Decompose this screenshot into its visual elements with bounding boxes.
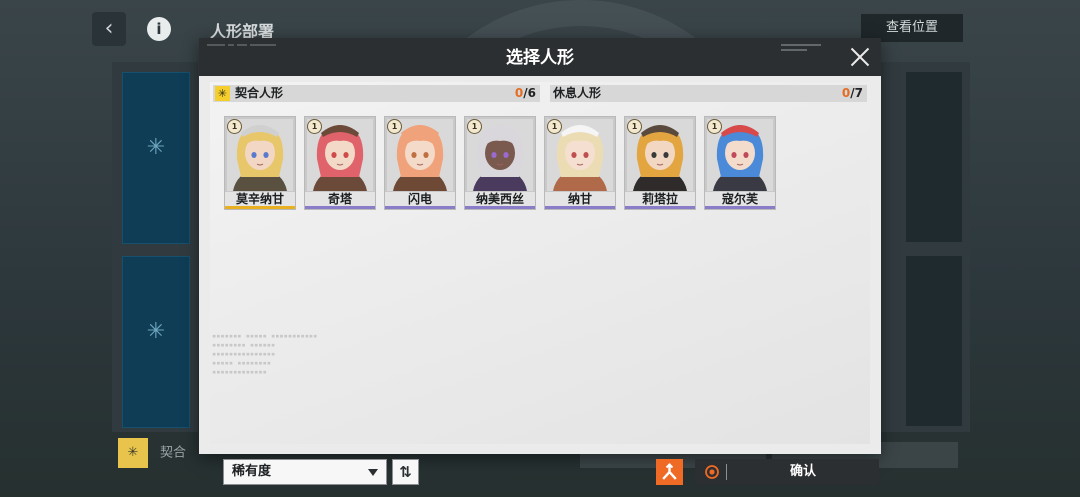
- caret-down-icon: [368, 469, 378, 476]
- rarity-badge: 1: [227, 119, 242, 134]
- rarity-badge: 1: [387, 119, 402, 134]
- doll-card[interactable]: 1 奇塔: [304, 116, 376, 210]
- matched-section-header: ✳ 契合人形 0/6: [213, 85, 540, 102]
- confirm-button[interactable]: 确认: [695, 459, 879, 485]
- doll-name: 纳美西丝: [465, 192, 535, 207]
- background-bottom-info: ✳ 契合: [118, 438, 186, 468]
- deploy-slot[interactable]: ✳: [122, 256, 190, 428]
- sort-dropdown[interactable]: 稀有度: [223, 459, 387, 485]
- doll-card[interactable]: 1 纳甘: [544, 116, 616, 210]
- doll-rarity-bar: [465, 206, 535, 209]
- doll-rarity-bar: [385, 206, 455, 209]
- deploy-slot[interactable]: ✳: [122, 72, 190, 244]
- rarity-badge: 1: [627, 119, 642, 134]
- dialog-content: ✳ 契合人形 0/6 休息人形 0/7 1 莫辛纳甘 1 奇塔 1 闪电 1 纳美西丝 1 纳甘 1…: [210, 82, 879, 485]
- target-icon: [705, 465, 719, 479]
- doll-card[interactable]: 1 寇尔芙: [704, 116, 776, 210]
- doll-name: 莫辛纳甘: [225, 192, 295, 207]
- rarity-badge: 1: [547, 119, 562, 134]
- resting-section-header: 休息人形 0/7: [550, 85, 867, 102]
- doll-name: 莉塔拉: [625, 192, 695, 207]
- resting-section-label: 休息人形: [553, 86, 602, 100]
- doll-name: 纳甘: [545, 192, 615, 207]
- doll-card[interactable]: 1 闪电: [384, 116, 456, 210]
- matched-count: 0/6: [514, 86, 536, 100]
- sort-dropdown-label: 稀有度: [232, 464, 272, 479]
- doll-name: 奇塔: [305, 192, 375, 207]
- rarity-badge: 1: [467, 119, 482, 134]
- select-doll-dialog: 选择人形 ✳ 契合人形 0/6 休息人形 0/7 1 莫辛纳甘 1 奇塔 1 闪电 1 纳美西…: [199, 38, 881, 485]
- dialog-title: 选择人形: [506, 48, 574, 68]
- doll-rarity-bar: [625, 206, 695, 209]
- doll-name: 寇尔芙: [705, 192, 775, 207]
- star-icon: ✳: [215, 86, 230, 101]
- auto-select-button[interactable]: [656, 459, 683, 485]
- locked-slot: [906, 72, 962, 242]
- confirm-label: 确认: [789, 464, 816, 479]
- doll-rarity-bar: [705, 206, 775, 209]
- doll-card[interactable]: 1 纳美西丝: [464, 116, 536, 210]
- auto-select-icon: [662, 463, 677, 480]
- rarity-badge: 1: [707, 119, 722, 134]
- background-text-decoration: ▪▪▪▪▪▪▪ ▪▪▪▪▪ ▪▪▪▪▪▪▪▪▪▪▪ ▪▪▪▪▪▪▪▪ ▪▪▪▪▪▪…: [212, 332, 318, 376]
- sort-order-icon[interactable]: ⇅: [392, 459, 419, 485]
- dialog-header: 选择人形: [199, 38, 881, 76]
- locked-slot: [906, 256, 962, 426]
- doll-rarity-bar: [225, 206, 295, 209]
- star-icon: ✳: [118, 438, 148, 468]
- doll-rarity-bar: [545, 206, 615, 209]
- close-icon[interactable]: [847, 44, 873, 70]
- doll-card[interactable]: 1 莫辛纳甘: [224, 116, 296, 210]
- resting-count: 0/7: [841, 86, 863, 100]
- info-icon[interactable]: i: [147, 17, 171, 41]
- doll-card[interactable]: 1 莉塔拉: [624, 116, 696, 210]
- matched-section-label: 契合人形: [235, 86, 284, 100]
- rarity-badge: 1: [307, 119, 322, 134]
- doll-rarity-bar: [305, 206, 375, 209]
- back-button[interactable]: ‹: [92, 12, 126, 46]
- doll-name: 闪电: [385, 192, 455, 207]
